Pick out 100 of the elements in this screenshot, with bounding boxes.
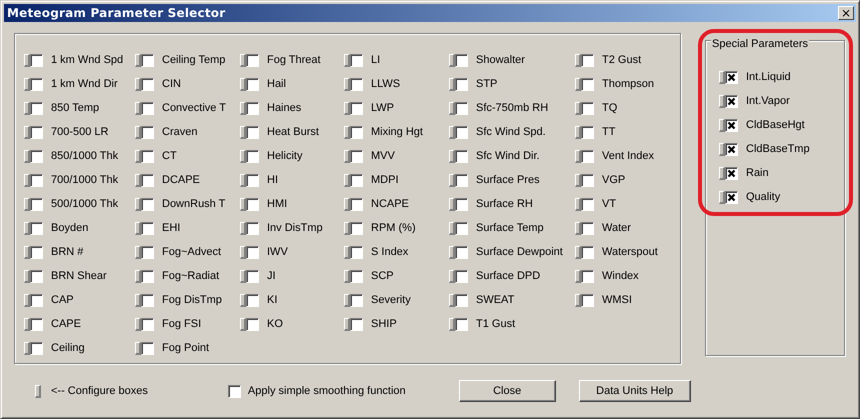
checkbox[interactable] [455, 198, 468, 210]
configure-handle[interactable] [24, 294, 30, 306]
checkbox[interactable] [725, 142, 738, 156]
checkbox[interactable] [581, 150, 594, 162]
checkbox[interactable] [350, 78, 363, 90]
checkbox[interactable] [30, 174, 43, 186]
configure-handle[interactable] [719, 70, 725, 84]
checkbox[interactable] [455, 174, 468, 186]
configure-handle[interactable] [240, 102, 246, 114]
configure-handle[interactable] [575, 174, 581, 186]
checkbox[interactable] [350, 174, 363, 186]
configure-handle[interactable] [344, 270, 350, 282]
checkbox[interactable] [141, 198, 154, 210]
configure-handle[interactable] [449, 126, 455, 138]
configure-handle[interactable] [135, 174, 141, 186]
configure-handle[interactable] [449, 54, 455, 66]
configure-handle[interactable] [24, 246, 30, 258]
checkbox[interactable] [246, 174, 259, 186]
configure-handle[interactable] [24, 174, 30, 186]
configure-handle[interactable] [719, 166, 725, 180]
checkbox[interactable] [581, 222, 594, 234]
configure-handle[interactable] [719, 94, 725, 108]
configure-handle[interactable] [344, 150, 350, 162]
configure-handle[interactable] [135, 150, 141, 162]
checkbox[interactable] [581, 78, 594, 90]
configure-handle[interactable] [344, 78, 350, 90]
configure-handle[interactable] [449, 294, 455, 306]
configure-handle[interactable] [240, 270, 246, 282]
configure-handle[interactable] [24, 54, 30, 66]
checkbox[interactable] [246, 222, 259, 234]
configure-handle[interactable] [344, 222, 350, 234]
checkbox[interactable] [30, 246, 43, 258]
configure-handle[interactable] [135, 78, 141, 90]
configure-handle[interactable] [240, 54, 246, 66]
configure-handle[interactable] [24, 318, 30, 330]
checkbox[interactable] [455, 318, 468, 330]
checkbox[interactable] [455, 126, 468, 138]
checkbox[interactable] [350, 102, 363, 114]
configure-handle[interactable] [24, 198, 30, 210]
configure-handle[interactable] [135, 126, 141, 138]
configure-handle[interactable] [344, 294, 350, 306]
checkbox[interactable] [30, 318, 43, 330]
configure-handle[interactable] [449, 318, 455, 330]
checkbox[interactable] [30, 270, 43, 282]
close-button[interactable]: Close [458, 380, 556, 402]
configure-handle[interactable] [240, 150, 246, 162]
configure-handle[interactable] [449, 78, 455, 90]
checkbox[interactable] [725, 118, 738, 132]
configure-handle[interactable] [719, 142, 725, 156]
configure-handle[interactable] [24, 342, 30, 354]
configure-handle[interactable] [135, 294, 141, 306]
configure-handle[interactable] [240, 294, 246, 306]
configure-handle[interactable] [24, 102, 30, 114]
configure-handle[interactable] [449, 150, 455, 162]
configure-handle[interactable] [240, 174, 246, 186]
checkbox[interactable] [350, 150, 363, 162]
configure-handle[interactable] [344, 246, 350, 258]
checkbox[interactable] [350, 126, 363, 138]
configure-handle[interactable] [240, 78, 246, 90]
configure-handle[interactable] [575, 126, 581, 138]
configure-handle[interactable] [344, 126, 350, 138]
checkbox[interactable] [228, 384, 241, 398]
configure-handle[interactable] [344, 318, 350, 330]
checkbox[interactable] [350, 270, 363, 282]
configure-handle[interactable] [135, 54, 141, 66]
configure-handle[interactable] [575, 78, 581, 90]
configure-handle[interactable] [575, 222, 581, 234]
configure-handle[interactable] [575, 270, 581, 282]
checkbox[interactable] [725, 94, 738, 108]
checkbox[interactable] [581, 102, 594, 114]
configure-handle[interactable] [135, 318, 141, 330]
checkbox[interactable] [141, 150, 154, 162]
checkbox[interactable] [141, 222, 154, 234]
checkbox[interactable] [30, 54, 43, 66]
checkbox[interactable] [350, 222, 363, 234]
configure-handle[interactable] [240, 198, 246, 210]
configure-handle[interactable] [240, 126, 246, 138]
checkbox[interactable] [246, 102, 259, 114]
checkbox[interactable] [30, 150, 43, 162]
configure-handle[interactable] [575, 294, 581, 306]
configure-handle[interactable] [344, 174, 350, 186]
checkbox[interactable] [246, 270, 259, 282]
checkbox[interactable] [725, 70, 738, 84]
configure-handle[interactable] [135, 246, 141, 258]
configure-handle[interactable] [24, 150, 30, 162]
configure-handle[interactable] [344, 54, 350, 66]
checkbox[interactable] [246, 126, 259, 138]
help-button[interactable]: Data Units Help [578, 380, 691, 402]
checkbox[interactable] [581, 54, 594, 66]
close-button[interactable]: × [838, 6, 854, 20]
checkbox[interactable] [581, 270, 594, 282]
checkbox[interactable] [141, 294, 154, 306]
checkbox[interactable] [141, 54, 154, 66]
configure-handle[interactable] [449, 270, 455, 282]
configure-handle[interactable] [240, 318, 246, 330]
checkbox[interactable] [246, 294, 259, 306]
checkbox[interactable] [455, 270, 468, 282]
checkbox[interactable] [30, 294, 43, 306]
configure-handle[interactable] [575, 102, 581, 114]
checkbox[interactable] [141, 318, 154, 330]
